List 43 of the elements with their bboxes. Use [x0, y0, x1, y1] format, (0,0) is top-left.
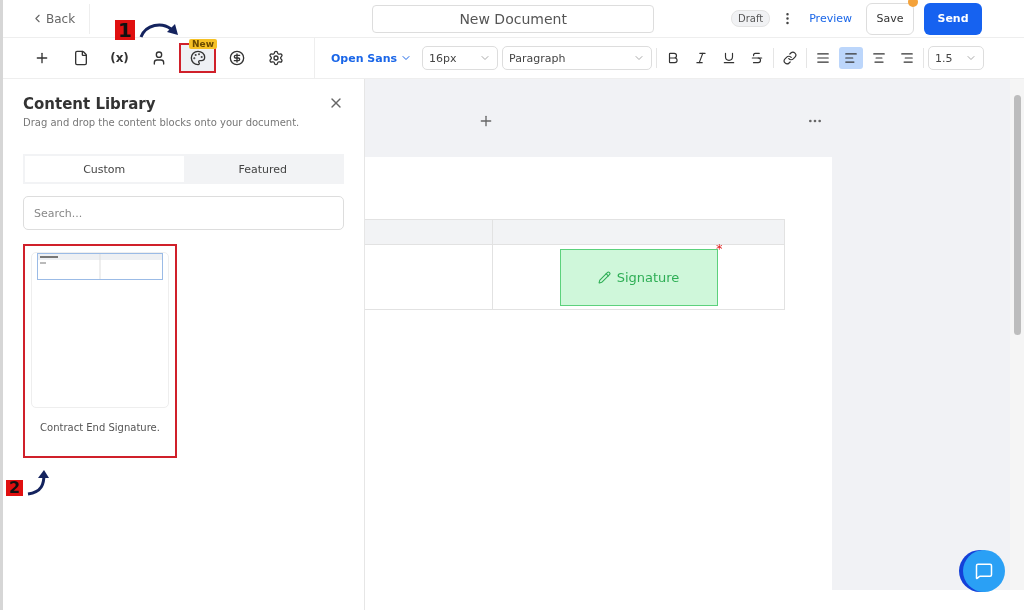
- new-badge: New: [189, 39, 217, 49]
- search-field[interactable]: Search...: [23, 196, 344, 230]
- dollar-icon: [228, 50, 245, 66]
- font-select[interactable]: Open Sans: [325, 50, 419, 66]
- bold-icon: [666, 51, 681, 65]
- chat-icon: [975, 562, 993, 580]
- curved-arrow-icon: [137, 20, 180, 40]
- document-title-field[interactable]: New Document: [372, 4, 655, 33]
- field-label: Signature: [616, 269, 680, 285]
- panel-subtitle: Drag and drop the content blocks onto your document.: [23, 117, 300, 128]
- align-left-icon: [844, 51, 859, 65]
- panel-title: Content Library: [23, 95, 157, 113]
- italic-icon: [694, 51, 709, 65]
- send-button[interactable]: Send: [924, 2, 982, 35]
- strike-icon: [750, 51, 765, 65]
- line-height-select[interactable]: 1.5: [928, 46, 985, 70]
- step-marker: 2: [6, 480, 24, 496]
- align-left-button[interactable]: [839, 47, 864, 69]
- library-tab[interactable]: Custom: [25, 156, 184, 182]
- block-name: Contract End Signature.: [40, 422, 160, 433]
- font-size-select[interactable]: 16px: [422, 46, 499, 70]
- curved-arrow-icon: [26, 470, 51, 496]
- status-tag: Draft: [730, 10, 771, 27]
- settings-icon: [267, 50, 284, 66]
- paragraph-style-select[interactable]: Paragraph: [502, 46, 653, 70]
- content-block-card[interactable]: Contract End Signature.: [23, 244, 177, 458]
- step-marker: 1: [115, 20, 135, 40]
- preview-link[interactable]: Preview: [809, 12, 852, 25]
- align-justify-icon: [816, 51, 831, 65]
- underline-icon: [722, 51, 737, 65]
- library-tab[interactable]: Featured: [183, 156, 342, 182]
- link-icon: [783, 51, 798, 65]
- add-icon[interactable]: [478, 113, 494, 129]
- align-right-icon: [900, 51, 915, 65]
- required-asterisk: *: [716, 240, 723, 256]
- pen-icon: [597, 270, 611, 284]
- back-link[interactable]: Back: [3, 3, 91, 34]
- align-center-icon: [872, 51, 887, 65]
- variable-button[interactable]: (x): [101, 43, 138, 73]
- help-button[interactable]: [963, 550, 1005, 592]
- scrollbar-thumb[interactable]: [1013, 95, 1021, 335]
- palette-icon: [189, 50, 206, 66]
- document-icon: [72, 50, 89, 66]
